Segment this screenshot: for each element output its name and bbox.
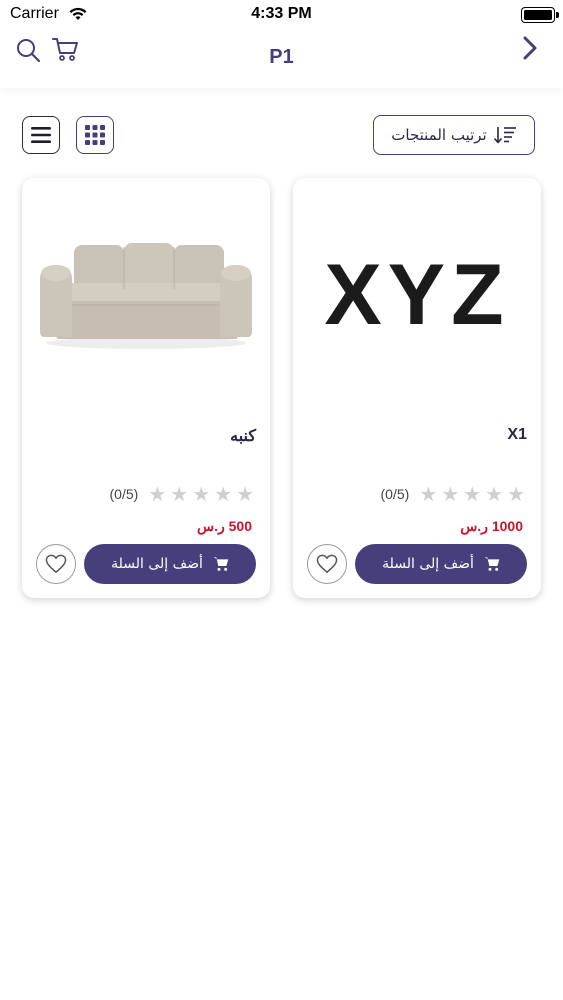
sort-label: ترتيب المنتجات: [391, 126, 487, 144]
cart-icon: [484, 557, 500, 571]
product-price: 500 ر.س: [197, 518, 252, 534]
product-price: 1000 ر.س: [460, 518, 523, 534]
chevron-right-icon: [523, 36, 537, 60]
star-icon: ★: [419, 482, 438, 506]
product-rating: (0/5) ★ ★ ★ ★ ★: [110, 484, 254, 504]
star-icon: ★: [214, 482, 233, 506]
star-icon: ★: [192, 482, 211, 506]
product-logo: XYZ: [324, 246, 510, 343]
product-rating: (0/5) ★ ★ ★ ★ ★: [381, 484, 525, 504]
star-icon: ★: [148, 482, 167, 506]
star-icon: ★: [485, 482, 504, 506]
add-to-cart-button[interactable]: أضف إلى السلة: [355, 544, 527, 584]
grid-view-button[interactable]: [76, 116, 114, 154]
product-toolbar: ترتيب المنتجات: [0, 114, 563, 156]
star-icon: ★: [463, 482, 482, 506]
add-to-cart-button[interactable]: أضف إلى السلة: [84, 544, 256, 584]
favorite-button[interactable]: [36, 544, 76, 584]
sort-products-button[interactable]: ترتيب المنتجات: [373, 115, 535, 155]
rating-count: (0/5): [109, 486, 139, 502]
star-icon: ★: [170, 482, 189, 506]
rating-count: (0/5): [380, 486, 410, 502]
add-to-cart-label: أضف إلى السلة: [111, 556, 203, 572]
sofa-image: [40, 243, 252, 349]
product-card[interactable]: XYZ X1 (0/5) ★ ★ ★ ★ ★ 1000 ر.س أضف إلى …: [293, 178, 541, 598]
list-view-button[interactable]: [22, 116, 60, 154]
page-title: P1: [269, 46, 294, 68]
star-icon: ★: [441, 482, 460, 506]
app-header: P1: [0, 30, 563, 88]
product-name[interactable]: X1: [507, 426, 527, 444]
heart-icon: [316, 554, 338, 574]
product-image[interactable]: XYZ: [303, 190, 531, 400]
heart-icon: [45, 554, 67, 574]
product-card[interactable]: كنبه (0/5) ★ ★ ★ ★ ★ 500 ر.س أضف إلى الس…: [22, 178, 270, 598]
list-icon: [31, 127, 51, 143]
product-image[interactable]: [32, 190, 260, 400]
star-icon: ★: [507, 482, 525, 506]
add-to-cart-label: أضف إلى السلة: [382, 556, 474, 572]
clock: 4:33 PM: [251, 5, 312, 22]
grid-icon: [85, 125, 105, 145]
cart-icon: [213, 557, 229, 571]
back-button[interactable]: [519, 34, 541, 62]
favorite-button[interactable]: [307, 544, 347, 584]
status-bar: Carrier 4:33 PM: [0, 0, 563, 30]
battery-icon: [521, 7, 559, 23]
product-name[interactable]: كنبه: [230, 426, 256, 446]
sort-icon: [493, 127, 516, 144]
star-icon: ★: [236, 482, 254, 506]
